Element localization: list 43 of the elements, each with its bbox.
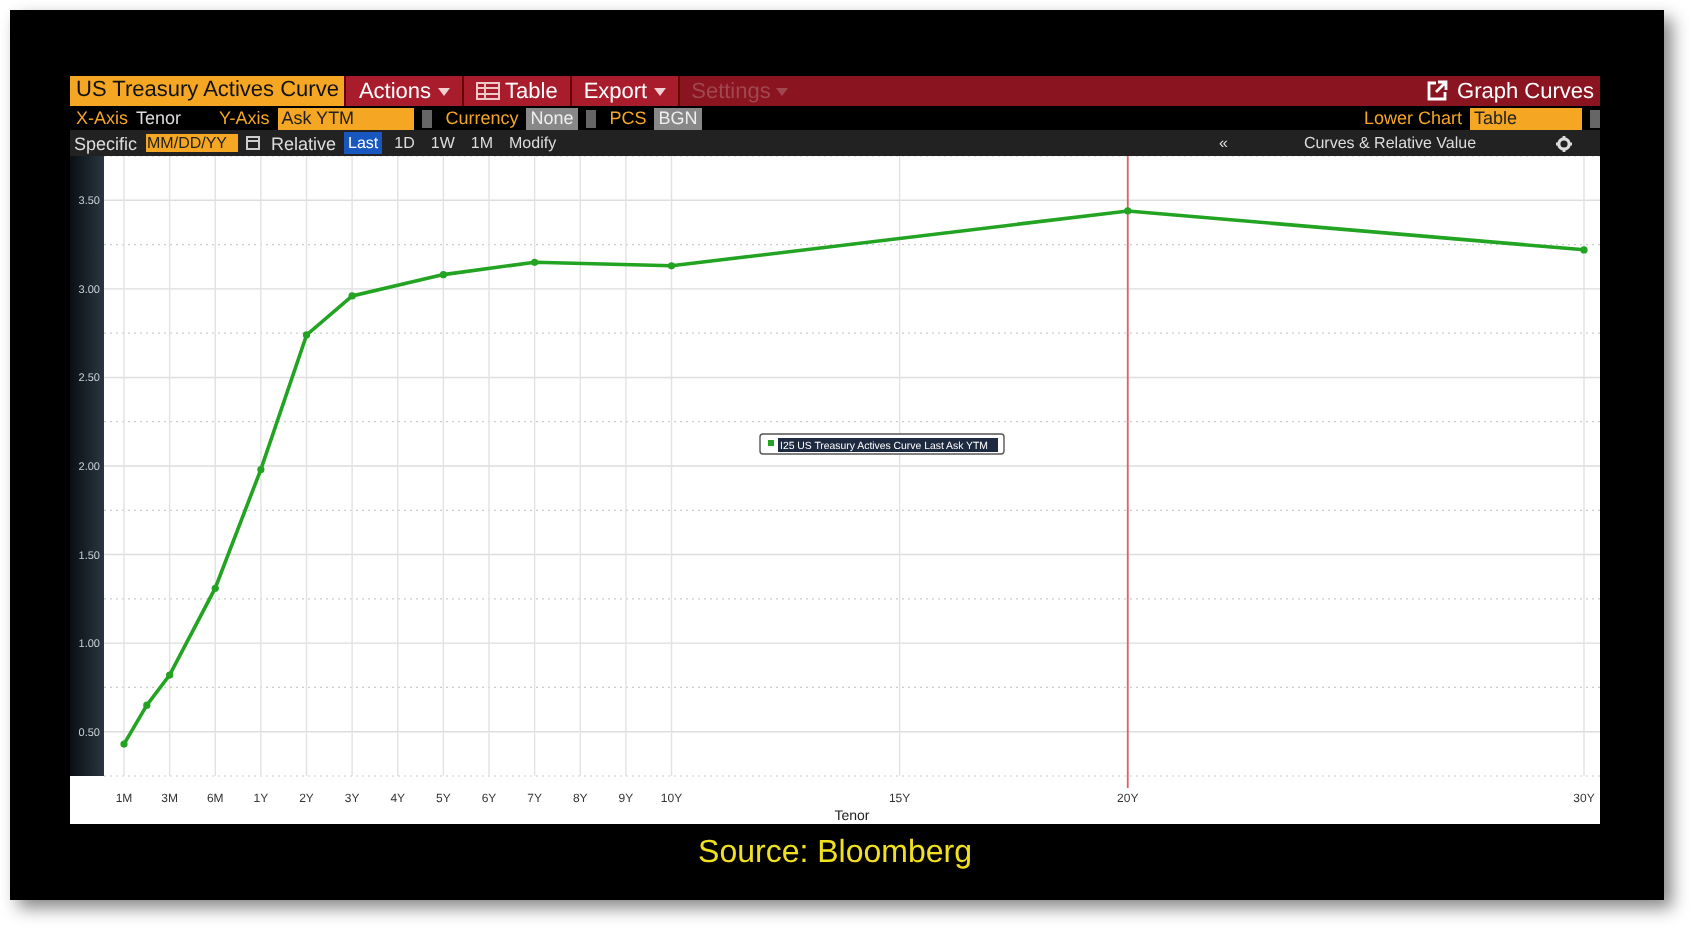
period-button[interactable]: 1M (466, 132, 498, 154)
calendar-icon[interactable] (245, 136, 260, 150)
menu-button[interactable]: Export (569, 76, 678, 106)
caret-icon (437, 87, 450, 95)
relative-label: Relative (271, 133, 337, 153)
data-point (348, 292, 356, 300)
currency-label: Currency (445, 108, 519, 128)
menu-button[interactable]: Actions (344, 76, 462, 106)
data-point (667, 262, 676, 270)
period-button[interactable]: Last (344, 132, 383, 154)
caret-icon (776, 87, 789, 95)
source-caption: Source: Bloomberg (696, 836, 974, 872)
period-button[interactable]: Modify (505, 132, 561, 154)
menu-button[interactable]: Table (461, 76, 570, 106)
data-point (302, 331, 311, 339)
specific-label: Specific (74, 133, 138, 153)
data-point (120, 740, 128, 748)
data-point (531, 258, 539, 266)
external-link-icon (1425, 80, 1448, 102)
period-button[interactable]: 1W (426, 132, 459, 154)
data-point (1124, 207, 1132, 215)
settings-icon[interactable] (1556, 135, 1572, 151)
date-field[interactable]: MM/DD/YY (145, 134, 238, 152)
data-point (166, 671, 174, 679)
lower-chart-dropdown[interactable]: Table (1470, 107, 1582, 129)
data-point (257, 465, 265, 474)
graph-curves-button[interactable]: Graph Curves (1419, 76, 1600, 106)
period-button[interactable]: 1D (390, 132, 419, 154)
collapse-button[interactable]: « (1215, 134, 1232, 152)
data-point (1580, 246, 1588, 254)
data-point (211, 584, 219, 592)
y-axis-label: Y-Axis (219, 108, 270, 128)
window-title: US Treasury Actives Curve (70, 76, 345, 106)
x-axis-label: X-Axis (76, 108, 129, 128)
x-axis-value: Tenor (136, 108, 182, 128)
lower-chart-label: Lower Chart (1363, 108, 1462, 128)
data-point (439, 271, 447, 279)
caret-icon (653, 87, 666, 95)
table-icon (475, 82, 500, 100)
y-axis-dropdown[interactable]: Ask YTM (277, 107, 414, 129)
pcs-label: PCS (609, 108, 647, 128)
panel-title: Curves & Relative Value (1301, 134, 1479, 152)
data-point (143, 701, 151, 709)
